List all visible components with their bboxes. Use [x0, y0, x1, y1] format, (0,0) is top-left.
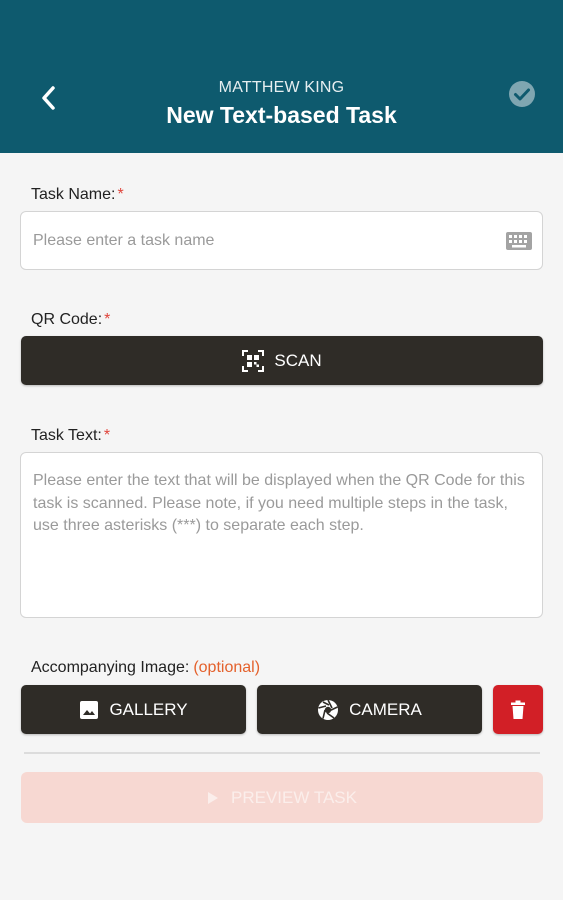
confirm-button[interactable]: [507, 79, 537, 109]
task-text-label-text: Task Text:: [31, 427, 102, 444]
image-label-text: Accompanying Image:: [31, 659, 190, 676]
scan-button[interactable]: SCAN: [21, 336, 543, 385]
keyboard-icon[interactable]: [506, 232, 532, 250]
chevron-left-icon: [42, 86, 55, 110]
page-title: New Text-based Task: [166, 102, 397, 128]
scan-label: SCAN: [274, 350, 322, 370]
preview-task-button[interactable]: PREVIEW TASK: [21, 772, 543, 823]
required-mark: *: [103, 427, 111, 444]
back-button[interactable]: [30, 80, 66, 116]
preview-label: PREVIEW TASK: [231, 787, 357, 807]
required-mark: *: [104, 311, 111, 328]
task-text-input[interactable]: Please enter the text that will be displ…: [20, 452, 543, 618]
header-subtitle: MATTHEW KING: [218, 79, 345, 96]
trash-icon: [511, 700, 525, 719]
gallery-label: GALLERY: [109, 699, 188, 719]
task-text-label: Task Text: *: [31, 426, 110, 446]
qr-scan-icon: [242, 349, 265, 372]
image-icon: [80, 700, 99, 719]
camera-shutter-icon: [318, 699, 339, 720]
image-label: Accompanying Image: (optional): [31, 658, 260, 678]
task-text-placeholder: Please enter the text that will be displ…: [33, 472, 525, 534]
qr-code-label-text: QR Code:: [31, 311, 103, 328]
qr-code-label: QR Code: *: [31, 310, 110, 330]
app-header: MATTHEW KING New Text-based Task: [0, 0, 563, 153]
task-name-label-text: Task Name:: [31, 186, 116, 203]
required-mark: *: [117, 186, 124, 203]
header-titles: MATTHEW KING New Text-based Task: [100, 79, 463, 130]
task-name-label: Task Name: *: [31, 185, 124, 205]
divider: [24, 752, 540, 754]
gallery-button[interactable]: GALLERY: [21, 685, 246, 734]
camera-button[interactable]: CAMERA: [257, 685, 482, 734]
camera-label: CAMERA: [349, 699, 422, 719]
task-name-placeholder: Please enter a task name: [33, 232, 215, 249]
delete-image-button[interactable]: [493, 685, 543, 734]
optional-mark: (optional): [193, 659, 261, 676]
check-circle-icon: [509, 81, 535, 107]
task-name-input[interactable]: Please enter a task name: [20, 211, 543, 270]
play-icon: [208, 791, 219, 804]
